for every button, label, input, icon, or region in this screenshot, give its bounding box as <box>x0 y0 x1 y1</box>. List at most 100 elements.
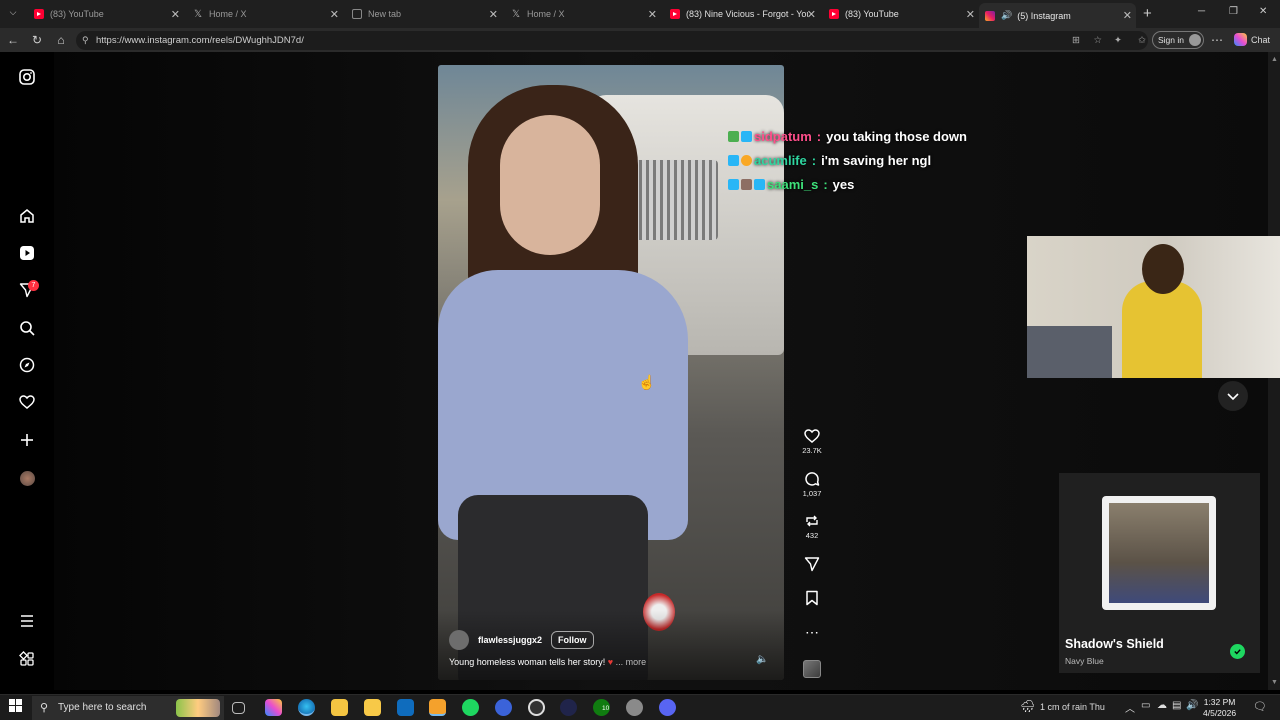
tab-youtube-2[interactable]: (83) Nine Vicious - Forgot - YouTu ✕ <box>664 3 820 25</box>
taskbar-search[interactable]: ⚲ Type here to search <box>32 696 224 720</box>
author-avatar[interactable] <box>449 630 469 650</box>
tab-title: (83) Nine Vicious - Forgot - YouTu <box>686 9 808 19</box>
windows-start-icon[interactable] <box>9 699 26 716</box>
app-available-icon[interactable]: ⊞ <box>1072 31 1080 50</box>
system-clock[interactable]: 1:32 PM 4/5/2026 <box>1203 697 1236 719</box>
like-button[interactable]: 23.7K <box>798 428 826 455</box>
tab-new-tab[interactable]: New tab ✕ <box>346 3 502 25</box>
app-icon-gray[interactable] <box>626 699 643 716</box>
discord-icon[interactable] <box>659 699 676 716</box>
x-icon: 𝕏 <box>193 8 203 20</box>
create-icon[interactable] <box>17 430 37 450</box>
copilot-taskbar-icon[interactable] <box>265 699 282 716</box>
close-tab-icon[interactable]: ✕ <box>171 8 180 21</box>
volume-icon[interactable]: 🔊 <box>1186 700 1198 711</box>
audio-toggle-icon[interactable]: 🔈 <box>756 654 768 665</box>
site-info-icon[interactable]: ⚲ <box>82 31 89 50</box>
notes-icon[interactable] <box>429 699 446 716</box>
settings-more-icon[interactable]: ⋯ <box>1210 33 1224 47</box>
tab-actions-icon[interactable]: ⌵ <box>6 7 20 21</box>
favorites-icon[interactable]: ✩ <box>1138 31 1146 50</box>
notifications-icon[interactable] <box>17 392 37 412</box>
chat-text: i'm saving her ngl <box>821 153 932 168</box>
instagram-logo-icon[interactable] <box>17 67 37 87</box>
close-window-button[interactable]: ✕ <box>1259 6 1267 17</box>
reel-caption[interactable]: Young homeless woman tells her story! ♥ … <box>449 657 646 667</box>
chat-message-3: saami_s : yes <box>728 177 854 192</box>
cloud-icon[interactable]: ☁ <box>1157 700 1167 711</box>
tab-title: (83) YouTube <box>845 9 899 19</box>
heart-emoji-icon: ♥ <box>607 657 614 667</box>
edge-taskbar-icon[interactable] <box>298 699 315 716</box>
audio-playing-icon[interactable]: 🔊 <box>1001 10 1012 21</box>
home-icon[interactable]: ⌂ <box>54 33 68 47</box>
chat-separator: : <box>823 177 828 192</box>
comment-button[interactable]: 1,037 <box>798 471 826 498</box>
minimize-button[interactable]: ─ <box>1198 6 1205 17</box>
save-button[interactable] <box>798 590 826 606</box>
sign-in-button[interactable]: Sign in <box>1152 31 1204 49</box>
saved-check-icon[interactable] <box>1230 644 1245 659</box>
caption-more-link[interactable]: ... more <box>616 657 647 667</box>
comment-count: 1,037 <box>802 489 822 498</box>
new-tab-button[interactable]: + <box>1143 5 1152 22</box>
store-icon[interactable] <box>364 699 381 716</box>
file-explorer-icon[interactable] <box>331 699 348 716</box>
share-icon <box>804 557 820 572</box>
close-tab-icon[interactable]: ✕ <box>330 8 339 21</box>
weather-text[interactable]: 1 cm of rain Thu <box>1040 702 1105 712</box>
more-options-icon[interactable]: ⋯ <box>798 625 826 639</box>
back-icon[interactable]: ← <box>6 33 20 47</box>
album-cover <box>1102 496 1216 610</box>
audio-track-thumbnail[interactable] <box>798 660 826 678</box>
tab-instagram[interactable]: 🔊 (5) Instagram ✕ <box>979 3 1136 28</box>
home-icon[interactable] <box>17 206 37 226</box>
chevron-down-icon[interactable] <box>1218 381 1248 411</box>
search-icon[interactable] <box>17 318 37 338</box>
refresh-icon[interactable]: ↻ <box>30 33 44 47</box>
newtab-icon <box>352 9 362 19</box>
tab-x-2[interactable]: 𝕏 Home / X ✕ <box>505 3 661 25</box>
task-view-icon[interactable] <box>232 702 245 714</box>
profile-avatar[interactable] <box>17 468 37 488</box>
network-icon[interactable]: ▤ <box>1172 700 1181 711</box>
show-hidden-icons[interactable]: ︿ <box>1125 700 1135 715</box>
close-tab-icon[interactable]: ✕ <box>1123 9 1132 22</box>
copilot-chat-button[interactable]: Chat <box>1234 33 1270 46</box>
weather-icon[interactable]: 🌧 <box>1020 699 1035 713</box>
url-bar[interactable]: ⚲ https://www.instagram.com/reels/DWughh… <box>76 31 1148 50</box>
video-person-face <box>500 115 600 255</box>
tab-youtube-1[interactable]: (83) YouTube ✕ <box>28 3 184 25</box>
windows-taskbar: ⚲ Type here to search 10 🌧 1 cm of rain … <box>0 694 1280 720</box>
app-icon-blue[interactable] <box>495 699 512 716</box>
chat-label: Chat <box>1251 34 1271 45</box>
notification-center-icon[interactable]: 🗨 <box>1253 700 1267 713</box>
follow-button[interactable]: Follow <box>551 631 594 649</box>
share-button[interactable] <box>798 556 826 572</box>
restore-button[interactable]: ❐ <box>1229 6 1238 17</box>
app-icon-dark[interactable] <box>560 699 577 716</box>
spotify-icon[interactable] <box>462 699 479 716</box>
favorite-icon[interactable]: ☆ <box>1093 31 1102 50</box>
tab-x-1[interactable]: 𝕏 Home / X ✕ <box>187 3 343 25</box>
meta-apps-icon[interactable] <box>17 649 37 669</box>
extensions-icon[interactable]: ✦ <box>1114 31 1122 50</box>
xbox-icon[interactable]: 10 <box>593 699 610 716</box>
more-menu-icon[interactable] <box>17 611 37 631</box>
repost-button[interactable]: 432 <box>798 513 826 540</box>
search-placeholder: Type here to search <box>58 702 147 713</box>
author-username[interactable]: flawlessjuggx2 <box>478 635 542 645</box>
tab-youtube-3[interactable]: (83) YouTube ✕ <box>823 3 979 25</box>
track-artist: Navy Blue <box>1065 656 1104 666</box>
obs-icon[interactable] <box>528 699 545 716</box>
explore-icon[interactable] <box>17 355 37 375</box>
outlook-icon[interactable] <box>397 699 414 716</box>
close-tab-icon[interactable]: ✕ <box>807 8 816 21</box>
chat-message-2: acumlife : i'm saving her ngl <box>728 153 931 168</box>
device-icon[interactable]: ▭ <box>1141 700 1150 711</box>
close-tab-icon[interactable]: ✕ <box>648 8 657 21</box>
search-icon: ⚲ <box>40 702 49 714</box>
reels-icon[interactable] <box>17 243 37 263</box>
close-tab-icon[interactable]: ✕ <box>489 8 498 21</box>
close-tab-icon[interactable]: ✕ <box>966 8 975 21</box>
